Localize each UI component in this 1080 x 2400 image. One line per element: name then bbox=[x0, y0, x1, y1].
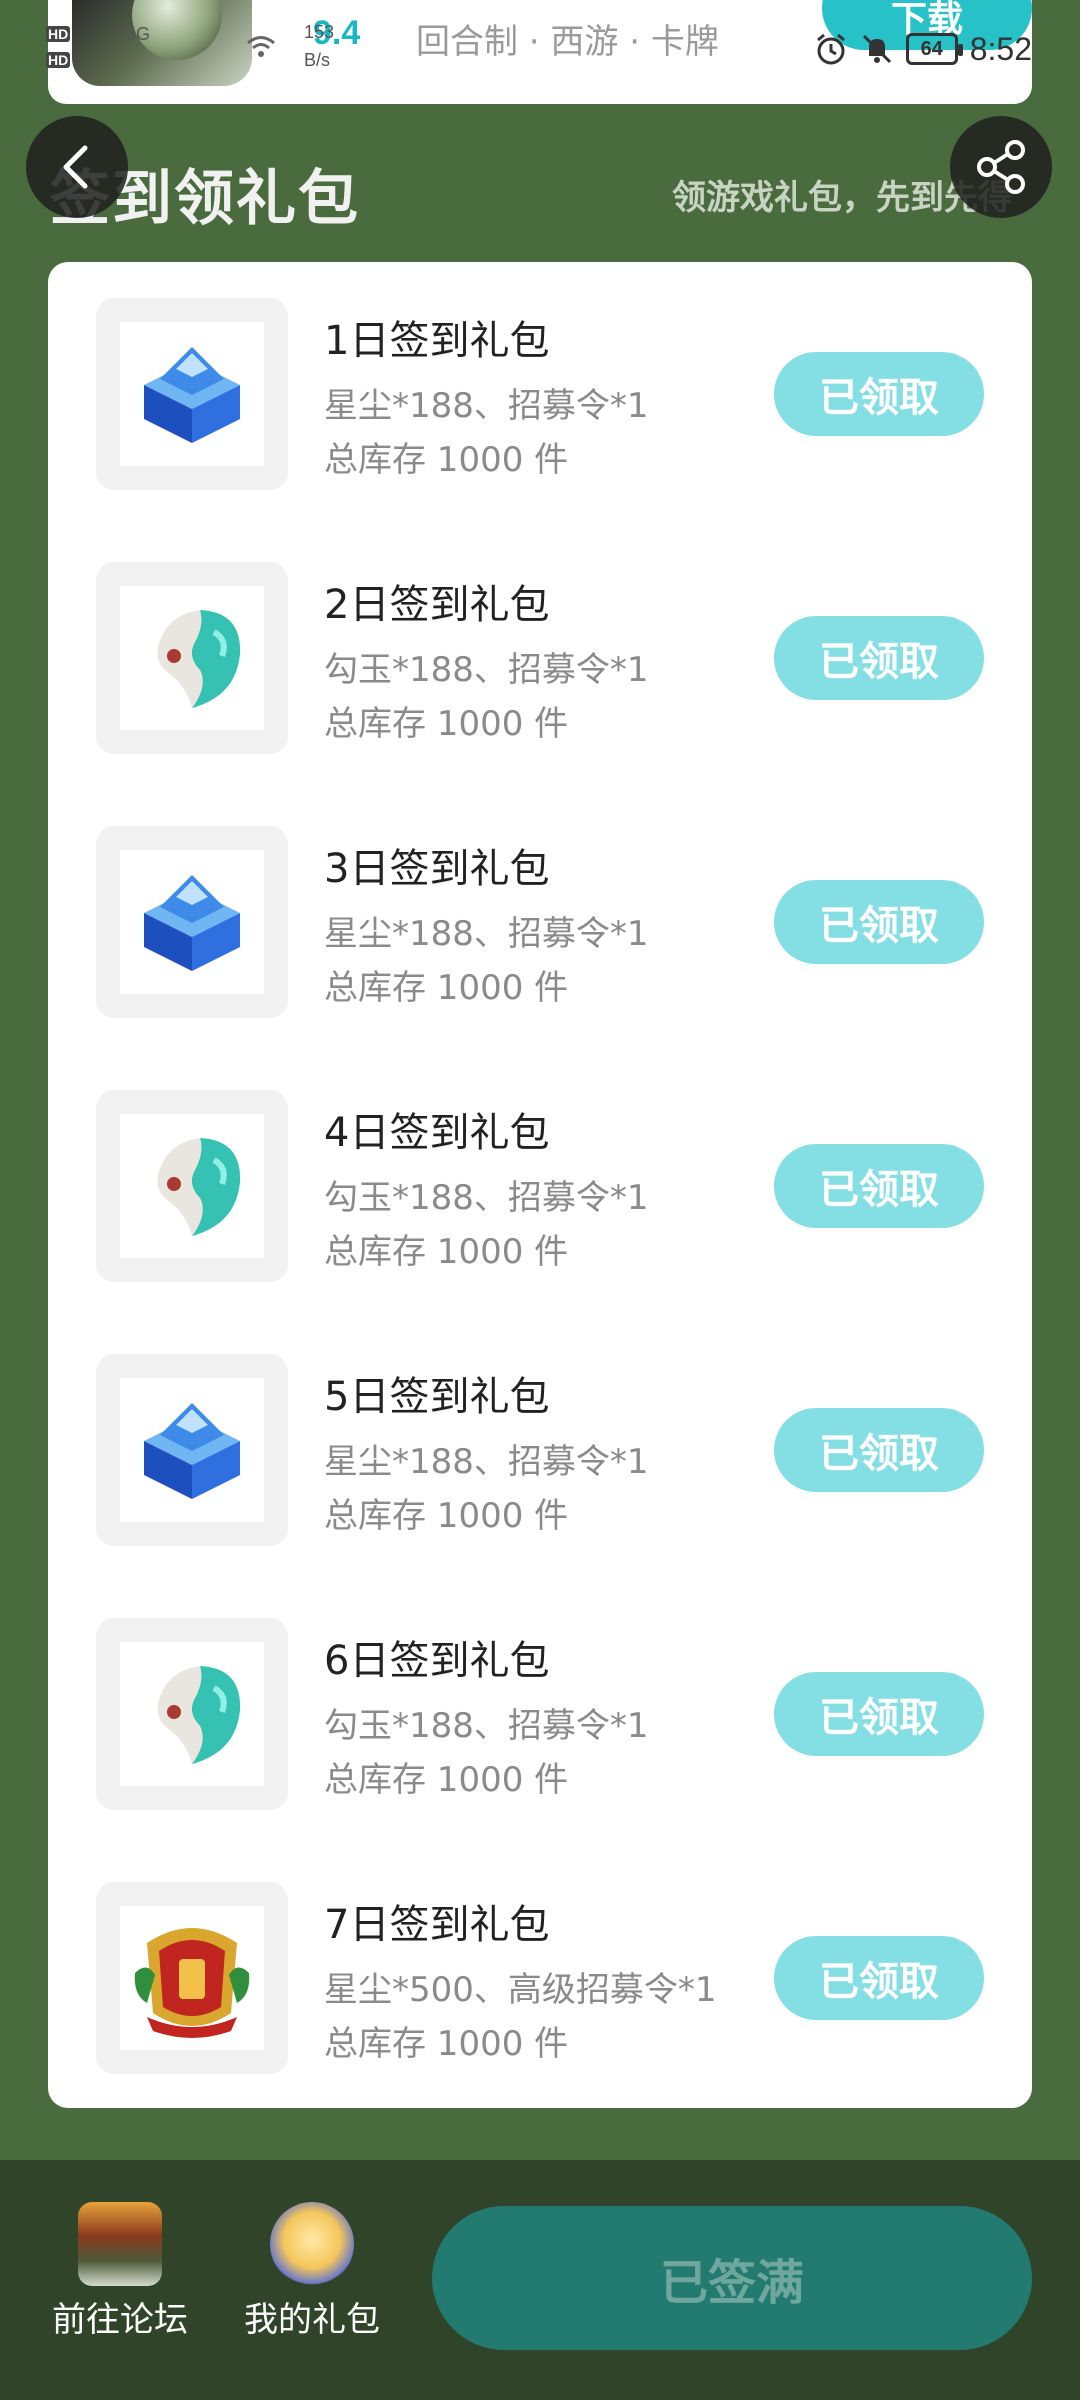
wifi-icon bbox=[247, 36, 275, 57]
gift-thumbnail bbox=[96, 562, 288, 754]
gift-stock: 总库存 1000 件 bbox=[324, 968, 569, 1008]
battery-level: 64 bbox=[920, 37, 943, 60]
gift-contents: 勾玉*188、招募令*1 bbox=[324, 650, 649, 690]
gift-thumbnail bbox=[96, 1618, 288, 1810]
status-bar-left: HD HD 5G 153 B/s bbox=[46, 22, 356, 82]
chevron-left-icon bbox=[63, 145, 88, 189]
bottom-bar: 前往论坛 我的礼包 已签满 bbox=[0, 2160, 1080, 2400]
claimed-button[interactable]: 已领取 bbox=[774, 1936, 984, 2020]
gift-stock: 总库存 1000 件 bbox=[324, 1232, 569, 1272]
share-button[interactable] bbox=[950, 116, 1052, 218]
gift-name: 4日签到礼包 bbox=[324, 1110, 550, 1156]
blue-chest-icon bbox=[144, 1403, 240, 1499]
gift-contents: 星尘*188、招募令*1 bbox=[324, 386, 649, 426]
claimed-button[interactable]: 已领取 bbox=[774, 352, 984, 436]
my-gifts-label: 我的礼包 bbox=[244, 2300, 380, 2340]
forum-label: 前往论坛 bbox=[52, 2300, 188, 2340]
gift-name: 6日签到礼包 bbox=[324, 1638, 550, 1684]
game-tags: 回合制 · 西游 · 卡牌 bbox=[416, 22, 719, 62]
alarm-icon bbox=[816, 33, 845, 65]
gift-stock: 总库存 1000 件 bbox=[324, 1496, 569, 1536]
gift-contents: 勾玉*188、招募令*1 bbox=[324, 1178, 649, 1218]
gift-item: 4日签到礼包 勾玉*188、招募令*1 总库存 1000 件 已领取 bbox=[48, 1090, 1032, 1286]
mute-icon bbox=[862, 34, 891, 64]
forum-link[interactable]: 前往论坛 bbox=[50, 2202, 190, 2341]
gift-name: 7日签到礼包 bbox=[324, 1902, 550, 1948]
hd-badge: HD bbox=[46, 52, 71, 68]
claimed-button[interactable]: 已领取 bbox=[774, 616, 984, 700]
gift-thumbnail bbox=[96, 298, 288, 490]
my-gifts-link[interactable]: 我的礼包 bbox=[242, 2202, 382, 2341]
gift-item: 6日签到礼包 勾玉*188、招募令*1 总库存 1000 件 已领取 bbox=[48, 1618, 1032, 1814]
blue-chest-icon bbox=[144, 875, 240, 971]
gift-contents: 星尘*188、招募令*1 bbox=[324, 914, 649, 954]
gift-item: 1日签到礼包 星尘*188、招募令*1 总库存 1000 件 已领取 bbox=[48, 298, 1032, 494]
net-speed: 153 bbox=[304, 22, 335, 42]
gift-contents: 勾玉*188、招募令*1 bbox=[324, 1706, 649, 1746]
hd-badge: HD bbox=[46, 26, 71, 42]
gift-item: 2日签到礼包 勾玉*188、招募令*1 总库存 1000 件 已领取 bbox=[48, 562, 1032, 758]
gift-thumbnail bbox=[96, 1882, 288, 2074]
gift-stock: 总库存 1000 件 bbox=[324, 2024, 569, 2064]
recruit-token-icon bbox=[134, 1928, 250, 2038]
claimed-button[interactable]: 已领取 bbox=[774, 1672, 984, 1756]
battery-icon: 64 bbox=[905, 33, 963, 65]
gift-thumbnail bbox=[96, 1354, 288, 1546]
gift-stock: 总库存 1000 件 bbox=[324, 440, 569, 480]
gift-name: 2日签到礼包 bbox=[324, 582, 550, 628]
back-button[interactable] bbox=[26, 116, 128, 218]
gift-item: 7日签到礼包 星尘*500、高级招募令*1 总库存 1000 件 已领取 bbox=[48, 1882, 1032, 2078]
blue-chest-icon bbox=[144, 347, 240, 443]
clock: 8:52 bbox=[969, 30, 1032, 67]
gift-thumbnail bbox=[96, 826, 288, 1018]
gift-item: 5日签到礼包 星尘*188、招募令*1 总库存 1000 件 已领取 bbox=[48, 1354, 1032, 1550]
gift-avatar-icon bbox=[270, 2202, 354, 2286]
gift-stock: 总库存 1000 件 bbox=[324, 704, 569, 744]
claimed-button[interactable]: 已领取 bbox=[774, 1408, 984, 1492]
claimed-button[interactable]: 已领取 bbox=[774, 880, 984, 964]
share-icon bbox=[977, 140, 1025, 194]
gift-stock: 总库存 1000 件 bbox=[324, 1760, 569, 1800]
magatama-icon bbox=[157, 1138, 241, 1236]
gift-item: 3日签到礼包 星尘*188、招募令*1 总库存 1000 件 已领取 bbox=[48, 826, 1032, 1022]
magatama-icon bbox=[157, 1666, 241, 1764]
net-speed-unit: B/s bbox=[304, 50, 331, 70]
gift-name: 1日签到礼包 bbox=[324, 318, 550, 364]
forum-game-icon bbox=[78, 2202, 162, 2286]
signal-text: 5G bbox=[126, 24, 151, 44]
gift-name: 3日签到礼包 bbox=[324, 846, 550, 892]
gift-contents: 星尘*188、招募令*1 bbox=[324, 1442, 649, 1482]
magatama-icon bbox=[157, 610, 241, 708]
status-bar-right: 64 8:52 bbox=[814, 26, 1032, 72]
claimed-button[interactable]: 已领取 bbox=[774, 1144, 984, 1228]
gift-contents: 星尘*500、高级招募令*1 bbox=[324, 1970, 717, 2010]
gift-list: 1日签到礼包 星尘*188、招募令*1 总库存 1000 件 已领取 2日签到礼… bbox=[48, 262, 1032, 2108]
gift-name: 5日签到礼包 bbox=[324, 1374, 550, 1420]
gift-thumbnail bbox=[96, 1090, 288, 1282]
check-in-button[interactable]: 已签满 bbox=[432, 2206, 1032, 2350]
